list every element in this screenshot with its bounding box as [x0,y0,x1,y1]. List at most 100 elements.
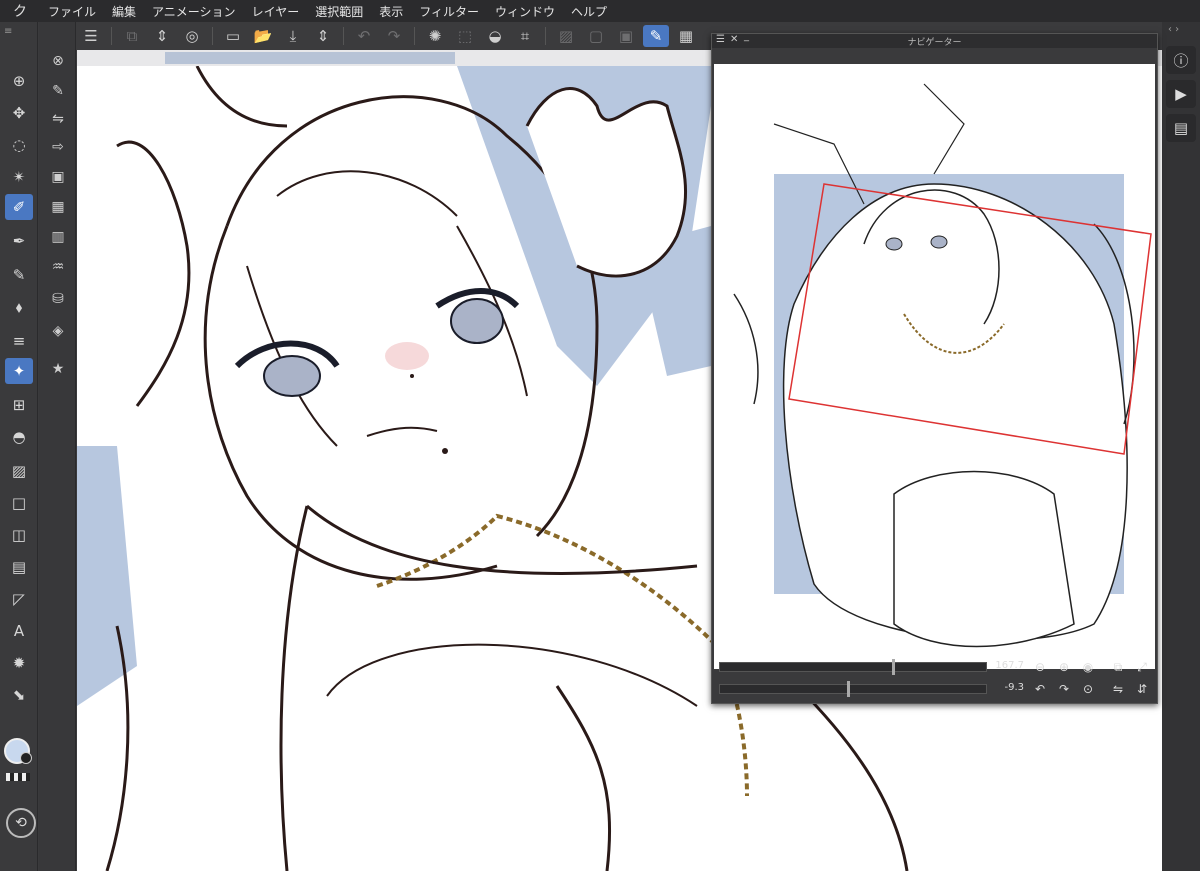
crop-icon[interactable]: ⌗ [512,25,538,47]
new-window-icon[interactable]: ⧉ [119,25,145,47]
subtool-layer-icon[interactable]: ◈ [44,318,72,344]
app-logo-icon[interactable]: ク [0,1,40,21]
rotate-left-icon[interactable]: ↶ [1030,680,1050,698]
menu-icon[interactable]: ☰ [78,25,104,47]
zoom-in-icon[interactable]: ⊕ [1054,658,1074,676]
navigator-title: ナビゲーター [907,38,962,48]
pen-active-icon[interactable]: ✎ [643,25,669,47]
fill-tool-icon[interactable]: ◓ [5,424,33,450]
grid-icon[interactable]: ▦ [673,25,699,47]
text-tool-icon[interactable]: A [5,618,33,644]
menu-layer[interactable]: レイヤー [244,3,308,20]
eyedropper-tool-icon[interactable]: ✐ [5,194,33,220]
fit-view-icon[interactable]: ◉ [1078,658,1098,676]
toolbar-divider [212,27,213,45]
selection-invert-icon[interactable]: ▢ [583,25,609,47]
reset-rotation-icon[interactable]: ⊙ [1078,680,1098,698]
menu-file[interactable]: ファイル [40,3,104,20]
magic-wand-tool-icon[interactable]: ✴ [5,164,33,190]
navigator-preview[interactable] [714,64,1155,669]
save-icon[interactable]: ⤓ [280,25,306,47]
subtool-color-set-icon[interactable]: ▦ [44,194,72,220]
fit-to-window-icon[interactable]: ⤢ [1132,658,1152,676]
gradient-tool-icon[interactable]: ▨ [5,458,33,484]
ruler-tool-icon[interactable]: ◸ [5,586,33,612]
balloon-tool-icon[interactable]: ✹ [5,650,33,676]
frame-tool-icon[interactable]: ▤ [5,554,33,580]
zoom-tool-icon[interactable]: ⊕ [5,68,33,94]
toolbar-divider [111,27,112,45]
info-icon[interactable]: ⓘ [1166,46,1196,74]
lasso-tool-icon[interactable]: ◌ [5,132,33,158]
grid-tool-icon[interactable]: ⊞ [5,392,33,418]
redo-icon[interactable]: ↷ [381,25,407,47]
correct-line-tool-icon[interactable]: ⬊ [5,682,33,708]
menu-window[interactable]: ウィンドウ [487,3,563,20]
subtool-palette: ⊗ ✎ ⇋ ⇨ ▣ ▦ ▥ ♒ ⛁ ◈ ★ [39,22,76,871]
sub-color-swatch[interactable] [20,752,32,764]
new-document-icon[interactable]: ▭ [220,25,246,47]
subtool-material-icon[interactable]: ⇨ [44,134,72,160]
navigator-panel: ☰ ✕ _ ナビゲーター 167.7 ⊖ ⊕ ◉ ⧉ ⤢ -9.3 ↶ ↷ ⊙ … [711,31,1158,704]
open-folder-icon[interactable]: 📂 [250,25,276,47]
subtool-color-mix-icon[interactable]: ♒ [44,254,72,280]
sparkle-tool-icon[interactable]: ✦ [5,358,33,384]
move-tool-icon[interactable]: ✥ [5,100,33,126]
companion-sync-icon[interactable]: ◎ [179,25,205,47]
selection-clear-icon[interactable]: ▨ [553,25,579,47]
actual-size-icon[interactable]: ⧉ [1108,658,1128,676]
rotation-slider[interactable] [719,681,987,697]
transparent-color-swatch[interactable] [6,773,30,781]
fill-bucket-icon[interactable]: ◒ [482,25,508,47]
subtool-material-folder-icon[interactable]: ★ [44,356,72,382]
eraser-tool-icon[interactable]: ◫ [5,522,33,548]
flip-vertical-icon[interactable]: ⇵ [1132,680,1152,698]
navigator-controls: 167.7 ⊖ ⊕ ◉ ⧉ ⤢ -9.3 ↶ ↷ ⊙ ⇋ ⇵ [712,652,1157,704]
toolbar-divider [545,27,546,45]
decoration-tool-icon[interactable]: ≡ [5,328,33,354]
scrollbar-thumb[interactable] [165,52,455,64]
subtool-layer-property-icon[interactable]: ⛁ [44,286,72,312]
zoom-value: 167.7 [995,660,1024,671]
subtool-color-wheel-icon[interactable]: ▣ [44,164,72,190]
zoom-slider[interactable] [719,659,987,675]
tool-palette-header[interactable]: ≡ [0,22,37,42]
rotate-canvas-icon[interactable]: ⟲ [6,808,36,838]
menu-edit[interactable]: 編集 [104,3,144,20]
brush-tool-icon[interactable]: ⬧ [5,294,33,320]
loading-icon[interactable]: ✺ [422,25,448,47]
undo-icon[interactable]: ↶ [351,25,377,47]
toolbar-divider [414,27,415,45]
rotation-slider-knob[interactable] [847,681,850,697]
subtool-brush-icon[interactable]: ✎ [44,78,72,104]
toolbar-divider [343,27,344,45]
subtool-properties-icon[interactable]: ⇋ [44,106,72,132]
menu-selection[interactable]: 選択範囲 [307,3,371,20]
rotate-right-icon[interactable]: ↷ [1054,680,1074,698]
zoom-slider-knob[interactable] [892,659,895,675]
pen-tool-icon[interactable]: ✒ [5,228,33,254]
clip-studio-window: ク ファイル 編集 アニメーション レイヤー 選択範囲 表示 フィルター ウィン… [0,0,1200,871]
figure-tool-icon[interactable]: □ [5,490,33,516]
subtool-navigator-icon[interactable]: ⊗ [44,48,72,74]
right-sidebar: ‹ › ⓘ ▶ ▤ [1162,22,1200,871]
menu-filter[interactable]: フィルター [411,3,487,20]
menu-help[interactable]: ヘルプ [563,3,615,20]
zoom-out-icon[interactable]: ⊖ [1030,658,1050,676]
tool-palette: ≡ ⊕ ✥ ◌ ✴ ✐ ✒ ✎ ⬧ ≡ ✦ ⊞ ◓ ▨ □ ◫ ▤ ◸ A ✹ … [0,22,38,871]
rotation-value: -9.3 [1004,682,1024,693]
pencil-tool-icon[interactable]: ✎ [5,262,33,288]
flip-horizontal-icon[interactable]: ⇋ [1108,680,1128,698]
switch2-icon[interactable]: ⇕ [310,25,336,47]
menu-animation[interactable]: アニメーション [144,3,244,20]
layer-panel-icon[interactable]: ▤ [1166,114,1196,142]
switch-icon[interactable]: ⇕ [149,25,175,47]
navigator-titlebar[interactable]: ☰ ✕ _ ナビゲーター [712,31,1157,48]
animation-icon[interactable]: ▶ [1166,80,1196,108]
transform-icon[interactable]: ⬚ [452,25,478,47]
sidebar-collapse-toggle[interactable]: ‹ › [1168,24,1179,35]
selection-expand-icon[interactable]: ▣ [613,25,639,47]
navigator-thumbnail [733,83,1152,648]
subtool-timeline-icon[interactable]: ▥ [44,224,72,250]
menu-view[interactable]: 表示 [371,3,411,20]
